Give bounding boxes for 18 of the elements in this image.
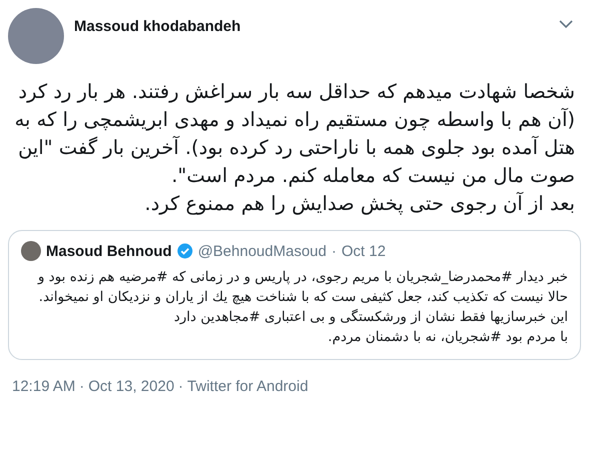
chevron-down-icon[interactable] [559, 20, 573, 29]
tweet-time[interactable]: 12:19 AM [12, 378, 76, 395]
quoted-text: با مردم بود #شجریان، نه با دشمنان مردم. [326, 328, 568, 347]
quoted-text: خبر دیدار #محمدرضا_شجریان با مریم رجوی، در پاریس و در زمانی که #مرضیه هم زنده بود و حالا نیست که تکذیب کند، جعل کثیفی ست که با شناخت هیچ یك از یاران و نزدیکان او نمیخواند. [36, 268, 568, 307]
quoted-handle: @BehnoudMasoud [198, 242, 326, 260]
tweet-date[interactable]: Oct 13, 2020 [88, 378, 174, 395]
separator-dot: · [331, 242, 336, 260]
quoted-author-name: Masoud Behnoud [46, 242, 172, 260]
quoted-tweet-card[interactable] [8, 230, 581, 360]
author-name[interactable]: Massoud khodabandeh [74, 18, 241, 35]
tweet-text: شخصا شهادت میدهم که حداقل سه بار سراغش رفتند. هر بار رد کرد (آن هم با واسطه چون مستقیم راه نمیداد و مهدی ابریشمچی را که به هتل آمده بود جلوی همه با ناراحتی رد کرده بود). آخرین بار گفت "این صوت مال من نیست که معامله کنم. مردم است". [14, 79, 575, 189]
quoted-text: این خبرسازیها فقط نشان از ورشکستگی و بی اعتباری #مجاهدین دارد [172, 308, 568, 327]
separator-dot: · [79, 378, 84, 395]
avatar-placeholder [21, 241, 41, 261]
quoted-date: Oct 12 [341, 242, 386, 260]
tweet-source: Twitter for Android [187, 378, 308, 395]
tweet-text: بعد از آن رجوی حتی پخش صدایش را هم ممنوع کرد. [144, 190, 575, 217]
separator-dot: · [178, 378, 184, 395]
